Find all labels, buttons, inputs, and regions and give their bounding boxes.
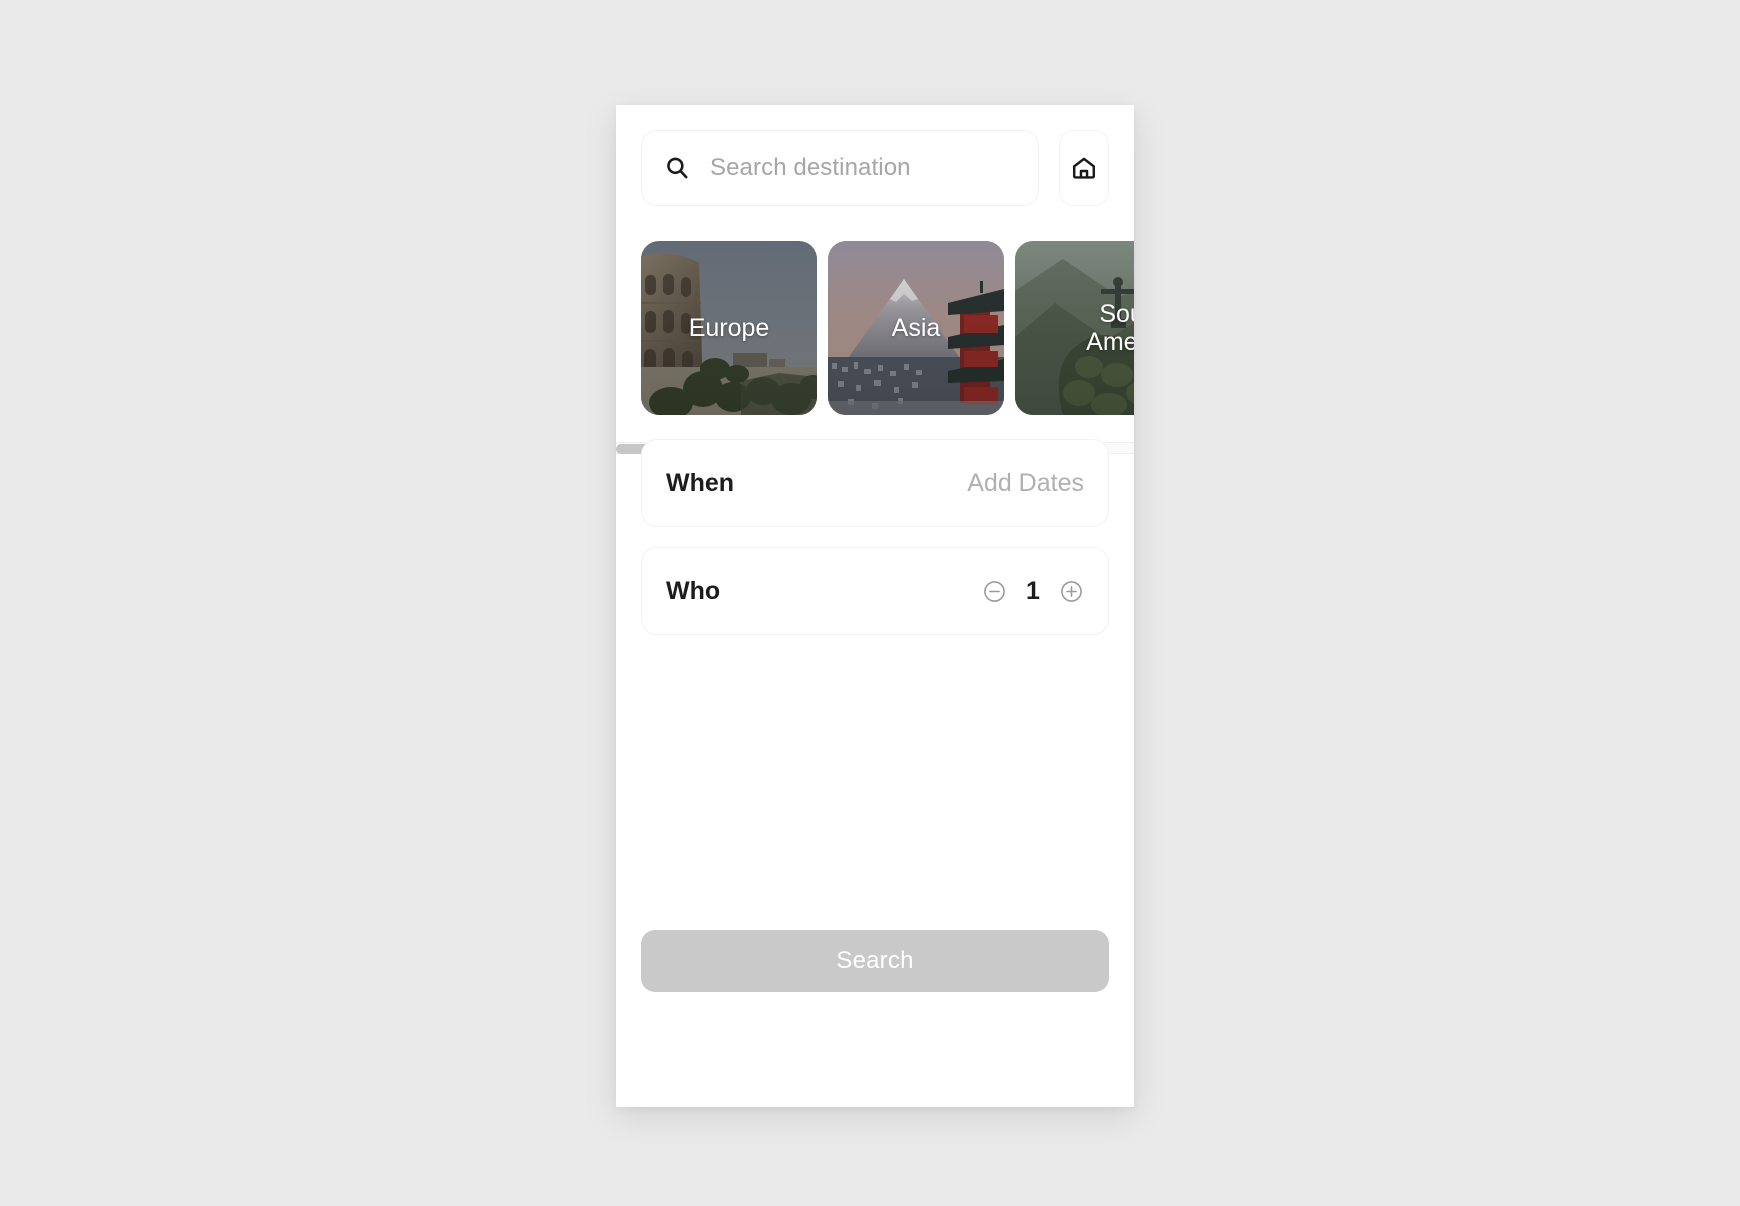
home-icon (1070, 154, 1098, 182)
who-field-row: Who 1 (641, 547, 1109, 635)
who-label: Who (666, 576, 721, 605)
destination-label: South America (1086, 300, 1134, 356)
destination-track: Europe Asia So Ame (641, 241, 1134, 415)
plus-circle-icon[interactable] (1059, 579, 1084, 604)
app-root: Search destination Europe Asia So Ame Wh… (0, 0, 1740, 1206)
home-button[interactable] (1059, 130, 1109, 206)
search-input[interactable]: Search destination (641, 130, 1039, 206)
search-placeholder: Search destination (710, 154, 911, 181)
when-label: When (666, 468, 735, 497)
destination-card-europe[interactable]: Europe (641, 241, 817, 415)
destination-card-south-america[interactable]: South America (1015, 241, 1134, 415)
guest-count: 1 (1026, 576, 1040, 605)
when-field-row[interactable]: When Add Dates (641, 439, 1109, 527)
search-icon (664, 155, 690, 181)
destination-label: Europe (688, 314, 770, 342)
destination-carousel[interactable]: Europe Asia So Ame (616, 236, 1134, 432)
mobile-panel: Search destination Europe Asia So Ame Wh… (616, 105, 1134, 1107)
minus-circle-icon[interactable] (982, 579, 1007, 604)
search-row: Search destination (641, 130, 1109, 208)
search-button[interactable]: Search (641, 930, 1109, 992)
destination-card-asia[interactable]: Asia (828, 241, 1004, 415)
when-value[interactable]: Add Dates (967, 469, 1084, 498)
guest-stepper: 1 (982, 577, 1084, 606)
destination-label: Asia (891, 314, 941, 342)
